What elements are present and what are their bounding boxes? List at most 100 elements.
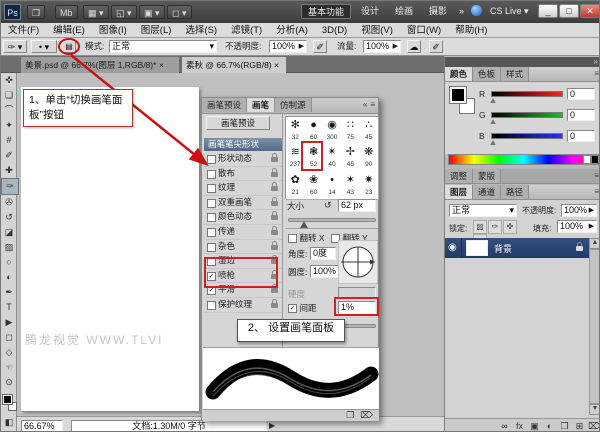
checkbox[interactable]: [207, 170, 216, 179]
menu-item-10[interactable]: 窗口(W): [400, 23, 448, 38]
brush-tip-75[interactable]: ∷75: [341, 117, 360, 145]
quick-mask-button[interactable]: ◧: [1, 415, 17, 430]
pen-tool[interactable]: ✒: [1, 285, 17, 300]
zoom-tool[interactable]: ⊙: [1, 375, 17, 390]
checkbox[interactable]: [207, 228, 216, 237]
spectrum-white-swatch[interactable]: [583, 155, 591, 164]
type-tool[interactable]: T: [1, 300, 17, 315]
menu-item-6[interactable]: 滤镜(T): [224, 23, 269, 38]
color-slider-R[interactable]: [491, 91, 563, 97]
mini-bridge-icon[interactable]: Mb: [55, 5, 78, 19]
checkbox[interactable]: [207, 257, 216, 266]
restore-button[interactable]: □: [559, 4, 579, 18]
new-brush-icon[interactable]: ❐: [346, 410, 354, 420]
brush-tip-90[interactable]: ❋90: [360, 144, 379, 172]
tab-路径[interactable]: 路径: [501, 185, 529, 199]
pressure-opacity-icon[interactable]: ✐: [313, 40, 327, 53]
flow-input[interactable]: 100%▶: [363, 40, 401, 53]
spacing-checkbox[interactable]: ✓: [288, 304, 297, 313]
workspace-button-3[interactable]: 绘画: [389, 4, 419, 19]
lock-icon[interactable]: [271, 303, 278, 308]
document-canvas[interactable]: 腾龙视觉 WWW.TLVI: [21, 87, 199, 411]
eyedropper-tool[interactable]: ✐: [1, 148, 17, 163]
menu-item-1[interactable]: 文件(F): [1, 23, 46, 38]
brush-option-喷枪[interactable]: ✓喷枪: [204, 269, 282, 284]
scrollbar-up-arrow[interactable]: ▲: [589, 238, 600, 249]
color-spectrum-ramp[interactable]: [448, 154, 599, 165]
dodge-tool[interactable]: ◐: [1, 270, 17, 285]
lock-icon[interactable]: [271, 288, 278, 293]
fill-input[interactable]: 100%▶: [557, 220, 597, 233]
blur-tool[interactable]: ○: [1, 255, 17, 270]
tab-画笔[interactable]: 画笔: [247, 98, 275, 112]
color-slider-G[interactable]: [491, 112, 563, 118]
pressure-size-icon[interactable]: ✐: [429, 40, 443, 53]
layer-name[interactable]: 背景: [494, 242, 512, 255]
brush-option-散布[interactable]: 散布: [204, 167, 282, 182]
tab-调整[interactable]: 调整: [445, 169, 473, 183]
size-slider-thumb[interactable]: [300, 221, 308, 228]
spinner-icon[interactable]: ▶: [299, 41, 304, 52]
arrange-documents-icon[interactable]: ▣ ▾: [139, 5, 165, 19]
brush-preset-picker[interactable]: • ▾: [31, 40, 57, 53]
checkbox[interactable]: [207, 155, 216, 164]
lock-icon[interactable]: [271, 245, 278, 250]
lock-icon[interactable]: [271, 274, 278, 279]
lock-transparent-icon[interactable]: ▨: [473, 220, 487, 234]
checkbox[interactable]: [207, 243, 216, 252]
close-button[interactable]: ✕: [580, 4, 600, 18]
checkbox[interactable]: [207, 301, 216, 310]
minimize-button[interactable]: _: [538, 4, 558, 18]
checkbox[interactable]: ✓: [207, 286, 216, 295]
scrollbar-track[interactable]: [589, 249, 600, 404]
layer-mask-icon[interactable]: ▣: [527, 419, 542, 432]
eraser-tool[interactable]: ◪: [1, 225, 17, 240]
tab-通道[interactable]: 通道: [473, 185, 501, 199]
menu-item-7[interactable]: 分析(A): [269, 23, 315, 38]
brush-option-平滑[interactable]: ✓平滑: [204, 283, 282, 298]
marquee-tool[interactable]: ❏: [1, 88, 17, 103]
brush-option-保护纹理[interactable]: 保护纹理: [204, 298, 282, 313]
tab-画笔预设[interactable]: 画笔预设: [202, 98, 247, 112]
slider-value-B[interactable]: 0: [567, 130, 595, 142]
tab-close-icon[interactable]: ×: [159, 60, 164, 70]
brush-tip-45[interactable]: ✢45: [341, 144, 360, 172]
menu-item-9[interactable]: 视图(V): [354, 23, 400, 38]
clone-stamp-tool[interactable]: ✇: [1, 195, 17, 210]
layer-row-background[interactable]: ◉ 背景: [445, 238, 589, 258]
color-slider-B[interactable]: [491, 133, 563, 139]
angle-roundness-diagram[interactable]: [338, 240, 378, 284]
brush-option-湿边[interactable]: 湿边: [204, 254, 282, 269]
airbrush-toggle[interactable]: ☁: [407, 40, 421, 53]
tab-仿制源[interactable]: 仿制源: [275, 98, 312, 112]
path-select-tool[interactable]: ▶: [1, 315, 17, 330]
workspace-button-1[interactable]: 基本功能: [301, 4, 351, 19]
panel-menu-icon[interactable]: ≡: [594, 185, 600, 196]
toggle-brush-panel-button[interactable]: ▤: [62, 40, 76, 53]
threed-tool[interactable]: ◇: [1, 345, 17, 360]
panel-menu-icon[interactable]: ≡: [370, 98, 378, 109]
brush-tip-237[interactable]: ≋237: [286, 144, 305, 172]
slider-value-G[interactable]: 0: [567, 109, 595, 121]
spinner-icon[interactable]: ▶: [393, 41, 398, 52]
tab-蒙版[interactable]: 蒙版: [473, 169, 501, 183]
screen-mode-icon[interactable]: ◻ ▾: [167, 5, 192, 19]
brush-tool[interactable]: ✑: [1, 178, 19, 195]
reset-size-icon[interactable]: ↺: [324, 200, 332, 211]
tab-色板[interactable]: 色板: [473, 67, 501, 81]
mode-select[interactable]: 正常▾: [109, 40, 217, 53]
history-brush-tool[interactable]: ↺: [1, 210, 17, 225]
brush-tip-shape-item[interactable]: 画笔笔尖形状: [204, 138, 282, 151]
menu-item-5[interactable]: 选择(S): [178, 23, 224, 38]
brush-option-颜色动态[interactable]: 颜色动态: [204, 210, 282, 225]
panel-menu-icon[interactable]: ≡: [594, 169, 600, 180]
brush-tip-60[interactable]: ❀60: [304, 172, 323, 200]
workspace-button-2[interactable]: 设计: [355, 4, 385, 19]
menu-item-4[interactable]: 图层(L): [134, 23, 179, 38]
workspace-button-4[interactable]: 摄影: [423, 4, 453, 19]
lock-icon[interactable]: [271, 157, 278, 162]
workspace-more-button[interactable]: »: [453, 4, 470, 19]
launch-bridge-icon[interactable]: ❐: [27, 5, 45, 19]
move-tool[interactable]: ✜: [1, 73, 17, 88]
roundness-input[interactable]: 100%: [310, 265, 340, 278]
